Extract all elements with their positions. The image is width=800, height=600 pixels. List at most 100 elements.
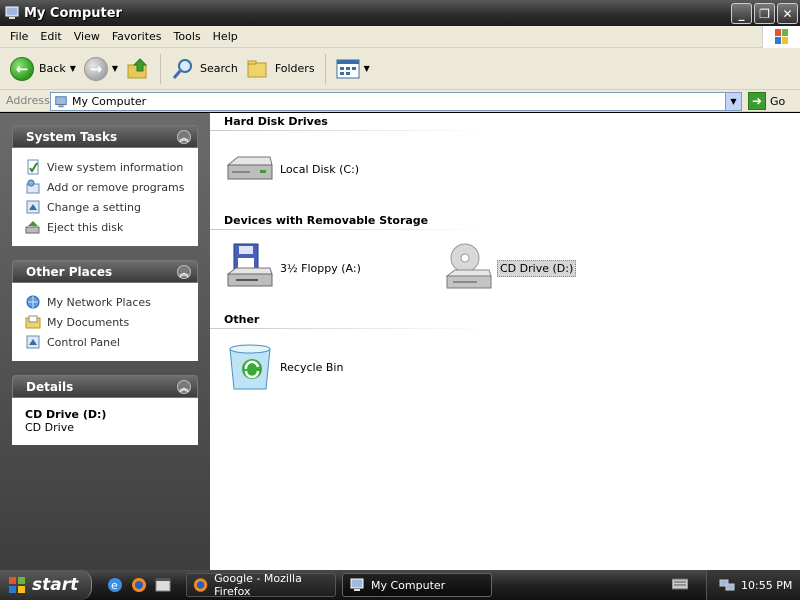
menu-view[interactable]: View — [68, 27, 106, 47]
drive-local-disk-c[interactable]: Local Disk (C:) — [224, 143, 361, 195]
forward-dropdown-icon[interactable]: ▼ — [112, 64, 118, 73]
address-dropdown-icon[interactable]: ▼ — [725, 93, 741, 110]
network-connection-icon[interactable] — [719, 577, 735, 593]
search-button[interactable]: Search — [167, 52, 242, 86]
title-bar[interactable]: My Computer _ ❐ ✕ — [0, 0, 800, 26]
recycle-bin-icon — [229, 344, 271, 390]
svg-text:e: e — [111, 579, 118, 592]
start-button[interactable]: start — [0, 570, 92, 600]
details-item-type: CD Drive — [25, 421, 74, 434]
task-change-a-setting[interactable]: Change a setting — [25, 197, 187, 217]
details-header[interactable]: Details ︽ — [12, 375, 198, 398]
toolbar-separator — [160, 53, 162, 84]
other-places-panel: Other Places ︽ My Network Places My Docu… — [12, 260, 198, 361]
collapse-chevron-icon[interactable]: ︽ — [177, 265, 191, 279]
folders-label: Folders — [274, 62, 315, 75]
task-add-remove-programs[interactable]: Add or remove programs — [25, 177, 187, 197]
my-computer-icon — [350, 578, 364, 591]
maximize-button[interactable]: ❐ — [754, 3, 775, 24]
quick-launch: e — [106, 576, 172, 594]
menu-help[interactable]: Help — [207, 27, 244, 47]
place-label: My Network Places — [47, 295, 151, 309]
item-label: CD Drive (D:) — [497, 259, 577, 277]
task-button-firefox[interactable]: Google - Mozilla Firefox — [186, 572, 336, 598]
group-header-other: Other — [224, 313, 260, 326]
task-pane: System Tasks ︽ View system information A… — [0, 113, 210, 570]
task-label: Eject this disk — [47, 220, 124, 234]
views-button[interactable]: ▼ — [332, 52, 374, 86]
item-label: Local Disk (C:) — [280, 162, 360, 176]
minimize-button[interactable]: _ — [731, 3, 752, 24]
firefox-icon[interactable] — [130, 576, 148, 594]
close-button[interactable]: ✕ — [777, 3, 798, 24]
eject-disk-icon — [25, 221, 40, 234]
group-divider — [210, 229, 490, 230]
address-label: Address — [6, 94, 50, 107]
task-label: View system information — [47, 160, 184, 174]
folders-button[interactable]: Folders — [242, 52, 319, 86]
task-label: Change a setting — [47, 200, 141, 214]
other-places-header[interactable]: Other Places ︽ — [12, 260, 198, 283]
menu-file[interactable]: File — [4, 27, 34, 47]
back-dropdown-icon[interactable]: ▼ — [70, 64, 76, 73]
task-label: Add or remove programs — [47, 180, 185, 194]
internet-explorer-icon[interactable]: e — [106, 576, 124, 594]
collapse-chevron-icon[interactable]: ︽ — [177, 380, 191, 394]
toolbar-separator — [324, 53, 326, 84]
go-button[interactable]: ➜ Go — [748, 92, 785, 110]
address-value: My Computer — [72, 95, 147, 108]
place-label: Control Panel — [47, 335, 120, 349]
system-information-icon — [27, 159, 39, 175]
recycle-bin[interactable]: Recycle Bin — [224, 341, 345, 393]
place-my-network-places[interactable]: My Network Places — [25, 292, 187, 312]
media-player-icon[interactable] — [154, 576, 172, 594]
menu-edit[interactable]: Edit — [34, 27, 67, 47]
place-control-panel[interactable]: Control Panel — [25, 332, 187, 352]
group-header-hard-disk-drives: Hard Disk Drives — [224, 115, 328, 128]
my-computer-icon — [5, 6, 19, 19]
details-title: Details — [26, 379, 74, 394]
item-label: 3½ Floppy (A:) — [280, 261, 361, 275]
address-bar: Address My Computer ▼ ➜ Go — [0, 90, 800, 112]
collapse-chevron-icon[interactable]: ︽ — [177, 130, 191, 144]
forward-arrow-icon: → — [83, 56, 108, 81]
item-label: Recycle Bin — [280, 360, 344, 374]
system-tasks-panel: System Tasks ︽ View system information A… — [12, 125, 198, 246]
up-folder-button[interactable] — [122, 52, 154, 86]
search-icon — [172, 58, 193, 79]
add-remove-programs-icon — [26, 179, 40, 194]
taskbar: start e Google - Mozilla Firefox My Comp… — [0, 570, 800, 600]
up-folder-icon — [127, 57, 148, 78]
place-my-documents[interactable]: My Documents — [25, 312, 187, 332]
go-label: Go — [770, 94, 786, 108]
drive-cd-d[interactable]: CD Drive (D:) — [443, 242, 577, 294]
window-title: My Computer — [24, 5, 122, 21]
clock[interactable]: 10:55 PM — [741, 579, 792, 592]
task-eject-this-disk[interactable]: Eject this disk — [25, 217, 187, 237]
back-button[interactable]: ← Back ▼ — [6, 52, 80, 86]
keyboard-icon[interactable] — [672, 578, 688, 590]
address-input[interactable]: My Computer ▼ — [50, 92, 742, 111]
my-documents-icon — [25, 315, 41, 329]
group-divider — [210, 328, 490, 329]
control-panel-icon — [26, 200, 40, 214]
drive-floppy-a[interactable]: 3½ Floppy (A:) — [224, 242, 363, 294]
details-panel: Details ︽ CD Drive (D:) CD Drive — [12, 375, 198, 445]
task-view-system-information[interactable]: View system information — [25, 157, 187, 177]
forward-button[interactable]: → ▼ — [80, 52, 122, 86]
floppy-drive-icon — [226, 243, 273, 287]
back-arrow-icon: ← — [10, 56, 34, 81]
cd-drive-icon — [445, 243, 492, 289]
other-places-title: Other Places — [26, 264, 113, 279]
task-label: Google - Mozilla Firefox — [214, 572, 302, 598]
go-arrow-icon: ➜ — [748, 92, 766, 110]
system-tasks-header[interactable]: System Tasks ︽ — [12, 125, 198, 148]
views-dropdown-icon[interactable]: ▼ — [364, 64, 370, 73]
task-button-my-computer[interactable]: My Computer — [342, 573, 492, 597]
views-icon — [336, 59, 360, 78]
search-label: Search — [200, 62, 238, 75]
system-tasks-title: System Tasks — [26, 129, 118, 144]
back-label: Back — [39, 62, 66, 75]
menu-tools[interactable]: Tools — [168, 27, 207, 47]
menu-favorites[interactable]: Favorites — [106, 27, 168, 47]
